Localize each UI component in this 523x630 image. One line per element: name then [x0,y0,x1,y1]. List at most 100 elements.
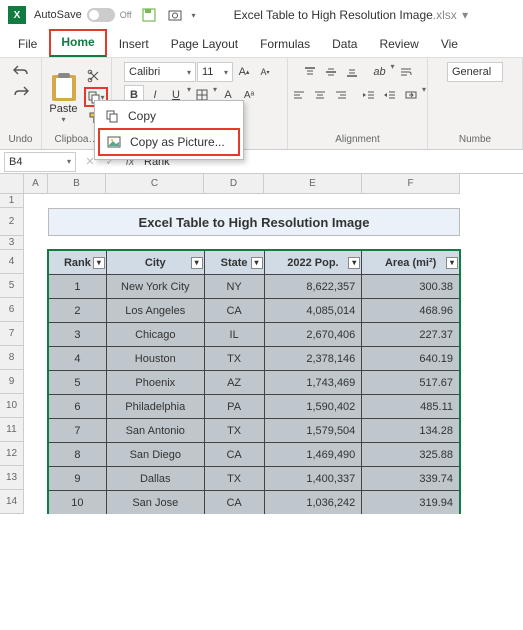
table-title[interactable]: Excel Table to High Resolution Image [48,208,460,236]
filter-dropdown-icon[interactable]: ▾ [446,257,458,269]
toggle-switch-icon[interactable] [87,8,115,22]
table-cell[interactable]: PA [204,395,264,419]
qat-dropdown-icon[interactable]: ▾ [192,11,196,20]
increase-indent-button[interactable] [380,85,400,105]
row-header[interactable]: 9 [0,370,24,394]
table-cell[interactable]: 7 [49,419,107,443]
table-cell[interactable]: 4 [49,347,107,371]
table-cell[interactable]: San Jose [106,491,204,515]
row-header[interactable]: 10 [0,394,24,418]
column-header-D[interactable]: D [204,174,264,194]
table-cell[interactable]: CA [204,491,264,515]
table-header[interactable]: State▾ [204,251,264,275]
table-header[interactable]: Area (mi²)▾ [362,251,460,275]
name-box[interactable]: B4▾ [4,152,76,172]
row-header[interactable]: 11 [0,418,24,442]
row-header[interactable]: 12 [0,442,24,466]
table-cell[interactable]: 485.11 [362,395,460,419]
table-cell[interactable]: TX [204,419,264,443]
row-header[interactable]: 4 [0,250,24,274]
align-center-button[interactable] [310,85,330,105]
row-header[interactable]: 13 [0,466,24,490]
table-cell[interactable]: 1,743,469 [264,371,362,395]
decrease-font-button[interactable]: A▾ [255,62,275,82]
table-cell[interactable]: Houston [106,347,204,371]
filter-dropdown-icon[interactable]: ▾ [251,257,263,269]
table-cell[interactable]: 6 [49,395,107,419]
table-cell[interactable]: TX [204,347,264,371]
table-cell[interactable]: 300.38 [362,275,460,299]
table-cell[interactable]: IL [204,323,264,347]
row-header[interactable]: 7 [0,322,24,346]
table-cell[interactable]: 319.94 [362,491,460,515]
table-cell[interactable]: New York City [106,275,204,299]
save-icon[interactable] [140,6,158,24]
table-cell[interactable]: NY [204,275,264,299]
column-header-A[interactable]: A [24,174,48,194]
font-size-select[interactable]: 11▾ [197,62,233,82]
table-cell[interactable]: 468.96 [362,299,460,323]
table-cell[interactable]: Dallas [106,467,204,491]
column-header-E[interactable]: E [264,174,362,194]
row-header[interactable]: 5 [0,274,24,298]
wrap-text-button[interactable] [396,62,416,82]
table-cell[interactable]: 1,579,504 [264,419,362,443]
table-cell[interactable]: 1 [49,275,107,299]
table-cell[interactable]: 1,400,337 [264,467,362,491]
align-bottom-button[interactable] [342,62,362,82]
align-left-button[interactable] [289,85,309,105]
table-cell[interactable]: 8 [49,443,107,467]
menu-item-copy-as-picture[interactable]: Copy as Picture... [98,128,240,156]
orientation-button[interactable]: ab [370,62,390,82]
tab-home[interactable]: Home [49,29,106,57]
table-cell[interactable]: 134.28 [362,419,460,443]
menu-item-copy[interactable]: Copy [98,104,240,128]
paste-button[interactable]: Paste ▾ [46,71,82,124]
row-header[interactable]: 8 [0,346,24,370]
table-cell[interactable]: CA [204,443,264,467]
table-cell[interactable]: 4,085,014 [264,299,362,323]
merge-button[interactable] [401,85,421,105]
redo-button[interactable] [11,81,31,101]
table-cell[interactable]: 10 [49,491,107,515]
column-header-F[interactable]: F [362,174,460,194]
row-header[interactable]: 14 [0,490,24,514]
table-cell[interactable]: Los Angeles [106,299,204,323]
align-right-button[interactable] [331,85,351,105]
number-format-select[interactable]: General [447,62,503,82]
row-header[interactable]: 6 [0,298,24,322]
font-name-select[interactable]: Calibri▾ [124,62,196,82]
tab-view[interactable]: Vie [431,33,468,57]
table-cell[interactable]: 1,590,402 [264,395,362,419]
table-cell[interactable]: TX [204,467,264,491]
table-cell[interactable]: 9 [49,467,107,491]
table-cell[interactable]: Phoenix [106,371,204,395]
table-cell[interactable]: 339.74 [362,467,460,491]
table-cell[interactable]: 325.88 [362,443,460,467]
table-cell[interactable]: 227.37 [362,323,460,347]
table-header[interactable]: Rank▾ [49,251,107,275]
chevron-down-icon[interactable]: ▾ [422,85,426,105]
table-header[interactable]: City▾ [106,251,204,275]
cut-button[interactable] [84,66,104,86]
table-cell[interactable]: 2,670,406 [264,323,362,347]
table-header[interactable]: 2022 Pop.▾ [264,251,362,275]
table-cell[interactable]: 640.19 [362,347,460,371]
tab-insert[interactable]: Insert [109,33,159,57]
table-cell[interactable]: San Antonio [106,419,204,443]
table-cell[interactable]: Chicago [106,323,204,347]
table-cell[interactable]: CA [204,299,264,323]
table-cell[interactable]: 8,622,357 [264,275,362,299]
chevron-down-icon[interactable]: ▾ [391,62,395,82]
tab-file[interactable]: File [8,33,47,57]
align-middle-button[interactable] [321,62,341,82]
tab-formulas[interactable]: Formulas [250,33,320,57]
table-cell[interactable]: Philadelphia [106,395,204,419]
table-cell[interactable]: 1,036,242 [264,491,362,515]
row-header[interactable]: 3 [0,236,24,250]
file-name[interactable]: Excel Table to High Resolution Image.xls… [234,8,469,22]
filter-dropdown-icon[interactable]: ▾ [93,257,105,269]
table-cell[interactable]: 5 [49,371,107,395]
increase-font-button[interactable]: A▴ [234,62,254,82]
table-cell[interactable]: 1,469,490 [264,443,362,467]
